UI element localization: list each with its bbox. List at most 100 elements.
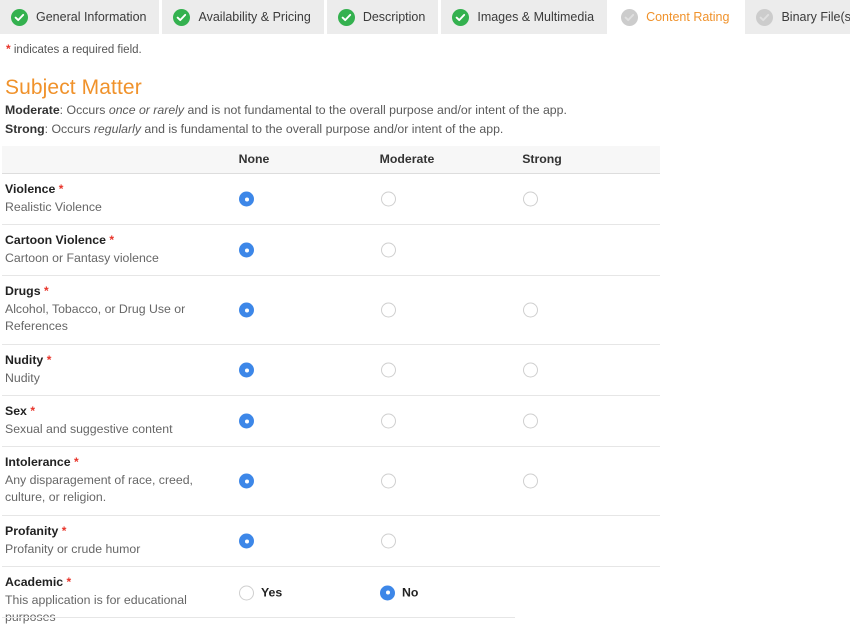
check-circle-icon bbox=[621, 9, 638, 26]
table-row: Violence * Realistic Violence bbox=[2, 174, 660, 225]
tab-label: Binary File(s) bbox=[781, 11, 850, 24]
radio-intolerance-none[interactable] bbox=[239, 474, 254, 489]
row-title-text: Sex bbox=[5, 404, 27, 418]
row-title-text: Violence bbox=[5, 182, 55, 196]
legend-moderate-label: Moderate bbox=[5, 103, 60, 117]
row-title: Drugs * bbox=[5, 284, 230, 299]
required-asterisk: * bbox=[67, 575, 72, 589]
radio-violence-moderate[interactable] bbox=[381, 192, 396, 207]
radio-violence-strong[interactable] bbox=[523, 192, 538, 207]
legend-moderate-text-a: : Occurs bbox=[60, 103, 109, 117]
legend-strong: Strong: Occurs regularly and is fundamen… bbox=[5, 122, 503, 136]
radio-intolerance-strong[interactable] bbox=[523, 474, 538, 489]
radio-sex-strong[interactable] bbox=[523, 414, 538, 429]
tab-binary-files[interactable]: Binary File(s) bbox=[745, 0, 850, 34]
tab-label: Images & Multimedia bbox=[477, 11, 594, 24]
row-description: Alcohol, Tobacco, or Drug Use or Referen… bbox=[5, 301, 230, 335]
radio-academic-no-label: No bbox=[402, 586, 418, 600]
row-description: Any disparagement of race, creed, cultur… bbox=[5, 472, 230, 506]
legend-moderate-text-b: and is not fundamental to the overall pu… bbox=[184, 103, 567, 117]
row-title-text: Cartoon Violence bbox=[5, 233, 106, 247]
legend-strong-label: Strong bbox=[5, 122, 45, 136]
radio-sex-moderate[interactable] bbox=[381, 414, 396, 429]
check-circle-icon bbox=[338, 9, 355, 26]
legend-strong-text-a: : Occurs bbox=[45, 122, 94, 136]
row-title-text: Academic bbox=[5, 575, 63, 589]
row-label: Academic * This application is for educa… bbox=[5, 575, 230, 626]
row-title: Intolerance * bbox=[5, 455, 230, 470]
radio-academic-yes[interactable]: Yes bbox=[239, 585, 282, 600]
row-label: Violence * Realistic Violence bbox=[5, 182, 230, 216]
tab-general-information[interactable]: General Information bbox=[0, 0, 159, 34]
row-title: Nudity * bbox=[5, 353, 230, 368]
radio-nudity-moderate[interactable] bbox=[381, 363, 396, 378]
column-header-strong: Strong bbox=[522, 152, 562, 166]
radio-drugs-none[interactable] bbox=[239, 303, 254, 318]
required-asterisk: * bbox=[6, 42, 11, 56]
row-label: Profanity * Profanity or crude humor bbox=[5, 524, 230, 558]
radio-drugs-strong[interactable] bbox=[523, 303, 538, 318]
legend-moderate-emphasis: once or rarely bbox=[109, 103, 184, 117]
table-row: Cartoon Violence * Cartoon or Fantasy vi… bbox=[2, 225, 660, 276]
row-label: Sex * Sexual and suggestive content bbox=[5, 404, 230, 438]
radio-academic-yes-control[interactable] bbox=[239, 585, 254, 600]
required-asterisk: * bbox=[44, 284, 49, 298]
check-circle-icon bbox=[452, 9, 469, 26]
radio-academic-no-control[interactable] bbox=[380, 585, 395, 600]
row-title: Profanity * bbox=[5, 524, 230, 539]
tab-label: General Information bbox=[36, 11, 146, 24]
row-title: Sex * bbox=[5, 404, 230, 419]
column-header-moderate: Moderate bbox=[380, 152, 435, 166]
column-header-none: None bbox=[239, 152, 270, 166]
radio-profanity-moderate[interactable] bbox=[381, 534, 396, 549]
table-row: Drugs * Alcohol, Tobacco, or Drug Use or… bbox=[2, 276, 660, 345]
row-label: Nudity * Nudity bbox=[5, 353, 230, 387]
check-circle-icon bbox=[756, 9, 773, 26]
tab-availability-pricing[interactable]: Availability & Pricing bbox=[162, 0, 323, 34]
row-title: Academic * bbox=[5, 575, 230, 590]
table-header-row: None Moderate Strong bbox=[2, 146, 660, 174]
required-asterisk: * bbox=[30, 404, 35, 418]
page-title: Subject Matter bbox=[5, 76, 142, 100]
row-description: Cartoon or Fantasy violence bbox=[5, 250, 230, 267]
table-row: Intolerance * Any disparagement of race,… bbox=[2, 447, 660, 516]
radio-intolerance-moderate[interactable] bbox=[381, 474, 396, 489]
legend-strong-emphasis: regularly bbox=[94, 122, 141, 136]
radio-cartoon-violence-moderate[interactable] bbox=[381, 243, 396, 258]
row-description: Profanity or crude humor bbox=[5, 541, 230, 558]
radio-academic-no[interactable]: No bbox=[380, 585, 418, 600]
row-title-text: Nudity bbox=[5, 353, 43, 367]
table-row: Nudity * Nudity bbox=[2, 345, 660, 396]
tab-content-rating[interactable]: Content Rating bbox=[610, 0, 742, 34]
row-title-text: Intolerance bbox=[5, 455, 71, 469]
legend-moderate: Moderate: Occurs once or rarely and is n… bbox=[5, 103, 567, 117]
radio-academic-yes-label: Yes bbox=[261, 586, 282, 600]
tab-images-multimedia[interactable]: Images & Multimedia bbox=[441, 0, 607, 34]
radio-nudity-none[interactable] bbox=[239, 363, 254, 378]
tab-label: Content Rating bbox=[646, 11, 729, 24]
row-title-text: Drugs bbox=[5, 284, 41, 298]
required-asterisk: * bbox=[62, 524, 67, 538]
row-label: Intolerance * Any disparagement of race,… bbox=[5, 455, 230, 506]
row-title: Cartoon Violence * bbox=[5, 233, 230, 248]
radio-cartoon-violence-none[interactable] bbox=[239, 243, 254, 258]
radio-violence-none[interactable] bbox=[239, 192, 254, 207]
required-note-text: indicates a required field. bbox=[14, 44, 142, 56]
tab-description[interactable]: Description bbox=[327, 0, 439, 34]
row-description: Sexual and suggestive content bbox=[5, 421, 230, 438]
row-divider bbox=[2, 617, 515, 618]
row-title: Violence * bbox=[5, 182, 230, 197]
row-description: Realistic Violence bbox=[5, 199, 230, 216]
radio-profanity-none[interactable] bbox=[239, 534, 254, 549]
row-description: Nudity bbox=[5, 370, 230, 387]
radio-nudity-strong[interactable] bbox=[523, 363, 538, 378]
row-label: Cartoon Violence * Cartoon or Fantasy vi… bbox=[5, 233, 230, 267]
radio-drugs-moderate[interactable] bbox=[381, 303, 396, 318]
legend-strong-text-b: and is fundamental to the overall purpos… bbox=[141, 122, 503, 136]
tab-label: Description bbox=[363, 11, 426, 24]
radio-sex-none[interactable] bbox=[239, 414, 254, 429]
check-circle-icon bbox=[173, 9, 190, 26]
table-row: Sex * Sexual and suggestive content bbox=[2, 396, 660, 447]
required-field-note: * indicates a required field. bbox=[6, 42, 142, 56]
required-asterisk: * bbox=[74, 455, 79, 469]
